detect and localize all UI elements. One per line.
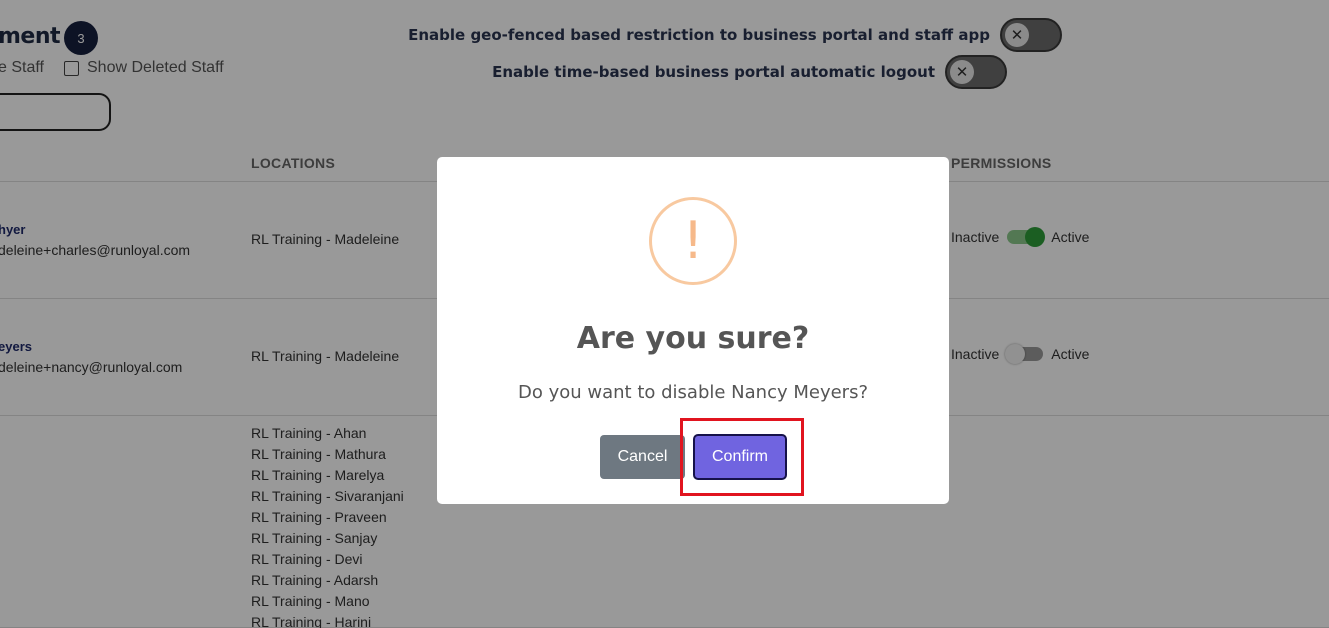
highlight-box bbox=[680, 418, 804, 496]
dialog-message: Do you want to disable Nancy Meyers? bbox=[517, 382, 868, 403]
dialog-title: Are you sure? bbox=[576, 321, 810, 356]
cancel-button[interactable]: Cancel bbox=[600, 435, 685, 479]
warning-icon: ! bbox=[649, 197, 737, 285]
